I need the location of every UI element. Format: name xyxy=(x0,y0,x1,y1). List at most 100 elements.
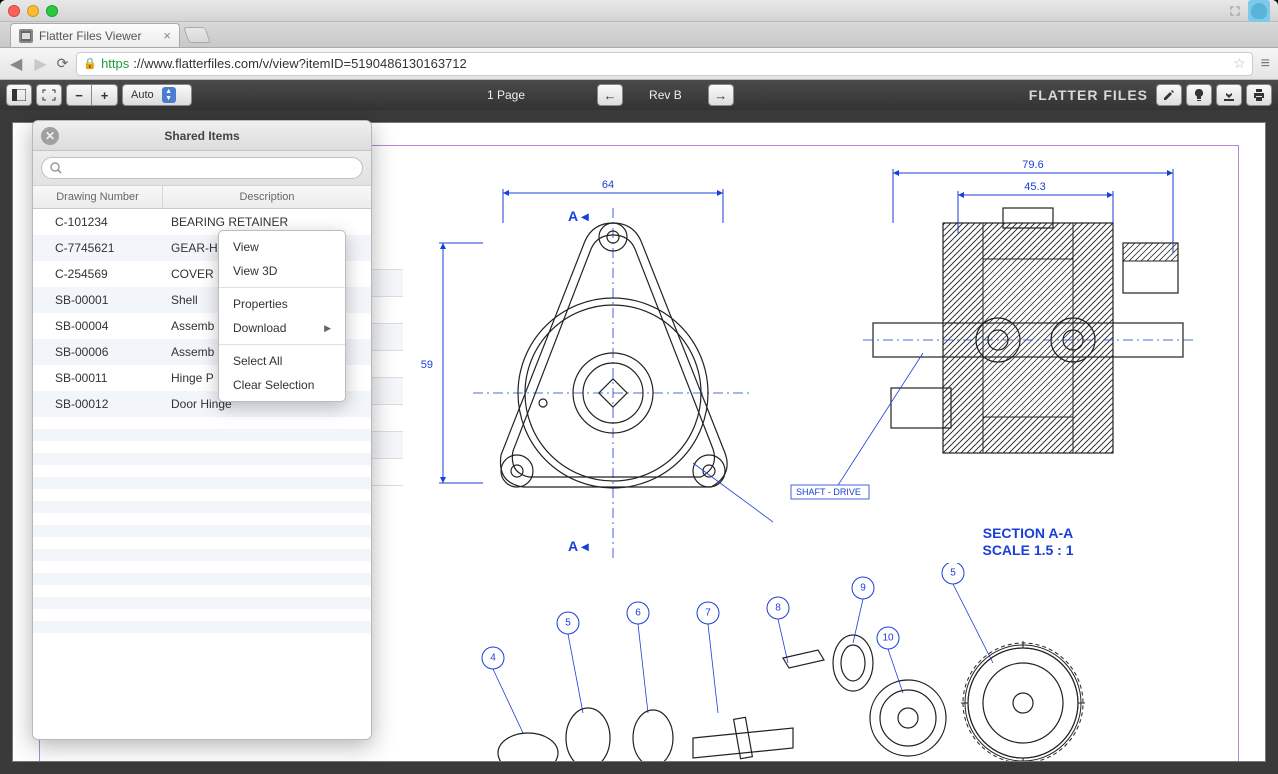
cell-drawing-number: C-101234 xyxy=(33,209,163,235)
cell-drawing-number: SB-00004 xyxy=(33,313,163,339)
svg-text:A ◂: A ◂ xyxy=(568,208,589,224)
table-row-empty xyxy=(33,513,371,525)
browser-menu-button[interactable]: ≡ xyxy=(1261,55,1270,73)
svg-text:79.6: 79.6 xyxy=(1022,159,1043,171)
lock-icon: 🔒 xyxy=(83,57,97,70)
zoom-select[interactable]: Auto ▲▼ xyxy=(122,84,192,106)
address-field[interactable]: 🔒 https ://www.flatterfiles.com/v/view?i… xyxy=(76,52,1252,76)
search-icon xyxy=(50,162,62,174)
prev-revision-button[interactable]: ← xyxy=(597,84,623,106)
table-row-empty xyxy=(33,585,371,597)
svg-text:4: 4 xyxy=(490,653,496,664)
revision-label: Rev B xyxy=(631,88,700,102)
col-drawing-number[interactable]: Drawing Number xyxy=(33,186,163,208)
panel-title: Shared Items xyxy=(164,129,239,143)
next-revision-button[interactable]: → xyxy=(708,84,734,106)
browser-tabstrip: Flatter Files Viewer × xyxy=(0,22,1278,48)
idea-button[interactable] xyxy=(1186,84,1212,106)
print-button[interactable] xyxy=(1246,84,1272,106)
svg-text:SECTION A-A: SECTION A-A xyxy=(983,525,1073,541)
table-row-empty xyxy=(33,441,371,453)
fit-page-button[interactable] xyxy=(36,84,62,106)
submenu-arrow-icon: ▶ xyxy=(324,323,331,334)
browser-tab[interactable]: Flatter Files Viewer × xyxy=(10,23,180,47)
table-row-empty xyxy=(33,477,371,489)
svg-text:64: 64 xyxy=(602,179,614,191)
context-menu-item[interactable]: View 3D xyxy=(219,259,345,283)
svg-text:59: 59 xyxy=(421,359,433,371)
table-row-empty xyxy=(33,621,371,633)
table-row-empty xyxy=(33,429,371,441)
cell-drawing-number: C-254569 xyxy=(33,261,163,287)
page-indicator: 1 Page xyxy=(487,88,525,102)
favicon-icon xyxy=(19,29,33,43)
brand-label: FLATTER FILES xyxy=(1029,87,1148,103)
table-row-empty xyxy=(33,549,371,561)
minimize-window-button[interactable] xyxy=(27,5,39,17)
window-titlebar xyxy=(0,0,1278,22)
svg-text:SCALE 1.5 : 1: SCALE 1.5 : 1 xyxy=(982,542,1073,558)
table-row-empty xyxy=(33,525,371,537)
svg-text:A ◂: A ◂ xyxy=(568,538,589,554)
panel-column-headers[interactable]: Drawing Number Description xyxy=(33,185,371,209)
drawing-exploded-view: 4 5 6 7 8 9 10 5 xyxy=(433,563,1193,762)
fullscreen-icon[interactable] xyxy=(1228,4,1242,18)
cell-drawing-number: C-7745621 xyxy=(33,235,163,261)
context-menu-item[interactable]: Clear Selection xyxy=(219,373,345,397)
table-row-empty xyxy=(33,465,371,477)
panel-header[interactable]: ✕ Shared Items xyxy=(33,121,371,151)
table-row-empty xyxy=(33,573,371,585)
shared-items-panel: ✕ Shared Items Drawing Number Descriptio… xyxy=(32,120,372,740)
sidebar-toggle-button[interactable] xyxy=(6,84,32,106)
context-menu: ViewView 3D PropertiesDownload▶ Select All… xyxy=(218,230,346,402)
table-row-empty xyxy=(33,537,371,549)
zoom-value: Auto xyxy=(131,89,154,101)
drawing-housing-view: 64 59 A ◂ A ◂ xyxy=(393,153,773,573)
col-description[interactable]: Description xyxy=(163,186,371,208)
context-menu-item[interactable]: Select All xyxy=(219,349,345,373)
panel-close-button[interactable]: ✕ xyxy=(41,127,59,145)
table-row-empty xyxy=(33,609,371,621)
cell-drawing-number: SB-00006 xyxy=(33,339,163,365)
svg-text:SHAFT - DRIVE: SHAFT - DRIVE xyxy=(796,487,861,497)
table-row-empty xyxy=(33,417,371,429)
cell-drawing-number: SB-00011 xyxy=(33,365,163,391)
svg-text:6: 6 xyxy=(635,608,641,619)
context-menu-item[interactable]: Properties xyxy=(219,292,345,316)
url-scheme: https xyxy=(101,56,129,71)
tab-title: Flatter Files Viewer xyxy=(39,29,141,43)
svg-text:5: 5 xyxy=(565,618,571,629)
back-button[interactable]: ◀ xyxy=(8,52,24,76)
zoom-window-button[interactable] xyxy=(46,5,58,17)
svg-text:5: 5 xyxy=(950,568,956,579)
table-row-empty xyxy=(33,453,371,465)
menu-separator xyxy=(219,287,345,288)
table-row-empty xyxy=(33,501,371,513)
table-row-empty xyxy=(33,597,371,609)
svg-text:8: 8 xyxy=(775,603,781,614)
dropdown-chevron-icon: ▲▼ xyxy=(162,87,176,103)
table-row-empty xyxy=(33,561,371,573)
new-tab-button[interactable] xyxy=(183,27,211,43)
forward-button[interactable]: ▶ xyxy=(32,52,48,76)
panel-search-input[interactable] xyxy=(41,157,363,179)
viewer-toolbar: − + Auto ▲▼ 1 Page ← Rev B → FLATTER FIL… xyxy=(0,80,1278,110)
menu-separator xyxy=(219,344,345,345)
user-avatar[interactable] xyxy=(1248,0,1270,22)
svg-text:45.3: 45.3 xyxy=(1024,181,1045,193)
bookmark-icon[interactable]: ☆ xyxy=(1233,55,1246,72)
zoom-out-button[interactable]: − xyxy=(66,84,92,106)
browser-addressbar: ◀ ▶ ⟳ 🔒 https ://www.flatterfiles.com/v/… xyxy=(0,48,1278,80)
cell-drawing-number: SB-00012 xyxy=(33,391,163,417)
zoom-in-button[interactable]: + xyxy=(92,84,118,106)
table-row-empty xyxy=(33,489,371,501)
tab-close-icon[interactable]: × xyxy=(163,28,171,43)
edit-button[interactable] xyxy=(1156,84,1182,106)
context-menu-item[interactable]: View xyxy=(219,235,345,259)
svg-text:9: 9 xyxy=(860,583,866,594)
drawing-section-view: 79.6 45.3 xyxy=(773,143,1213,573)
reload-button[interactable]: ⟳ xyxy=(57,55,69,72)
download-button[interactable] xyxy=(1216,84,1242,106)
context-menu-item[interactable]: Download▶ xyxy=(219,316,345,340)
close-window-button[interactable] xyxy=(8,5,20,17)
